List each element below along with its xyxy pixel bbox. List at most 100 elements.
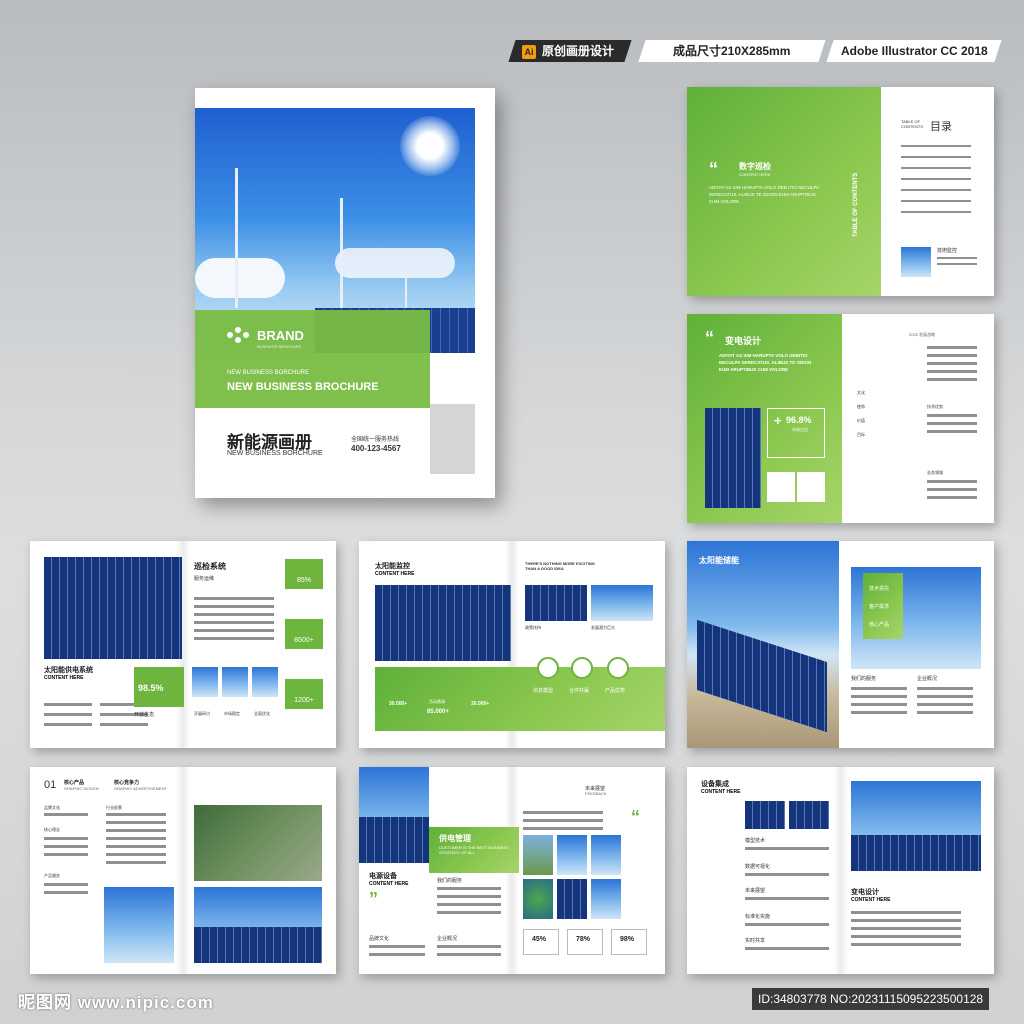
- icon-label: 合作共赢: [569, 688, 590, 694]
- percent-value: 98.5%: [138, 683, 164, 693]
- quote-icon: “: [705, 328, 714, 348]
- brand-name: BRAND: [257, 328, 304, 343]
- right-title: 变电设计: [851, 889, 879, 896]
- toc-body: ADITAT AS SIM HARUPTA VOLO DEB ITIO NECU…: [709, 185, 819, 204]
- toc-line: [901, 211, 971, 213]
- text-line: [851, 703, 907, 706]
- content-here: CONTENT HERE: [375, 571, 415, 577]
- tag-original-design: Ai 原创画册设计: [508, 40, 632, 62]
- globe-image: [523, 879, 553, 919]
- overview-label: 企业概况: [437, 936, 458, 942]
- right-label: 技术优势: [927, 404, 943, 409]
- tag-original-label: 原创画册设计: [542, 44, 615, 58]
- text-line: [44, 713, 92, 716]
- spread-table-of-contents: “ 数字巡检 CONTENT HERE ADITAT AS SIM HARUPT…: [687, 87, 994, 296]
- content-here: CONTENT HERE: [739, 172, 771, 177]
- text-line: [106, 829, 166, 832]
- text-line: [44, 891, 88, 894]
- left-title: 太阳能供电系统: [44, 667, 93, 674]
- item-label: 使命: [857, 404, 865, 409]
- text-line: [745, 847, 829, 850]
- item-label: 目标: [857, 432, 865, 437]
- thumb-image: [192, 667, 218, 697]
- solar-panels-image: [851, 835, 981, 871]
- text-line: [437, 911, 501, 914]
- services-label: 我们的服务: [437, 878, 463, 884]
- wind-turbine-icon: [405, 268, 407, 308]
- person-label: 技術監控: [937, 248, 958, 254]
- text-line: [927, 346, 977, 349]
- text-line: [194, 597, 274, 600]
- text-line: [106, 845, 166, 848]
- toc-line: [901, 200, 971, 202]
- supply-heading: 供电管理: [439, 834, 471, 843]
- solar-thumb: [745, 801, 785, 829]
- section-number: 01: [44, 779, 57, 791]
- text-line: [437, 953, 501, 956]
- storage-label: 我们的服务: [851, 676, 877, 682]
- thumb-image: [252, 667, 278, 697]
- integration-item: 标准化实施: [745, 914, 771, 920]
- aerial-image: [194, 805, 322, 881]
- icon-card: [797, 472, 825, 502]
- num-label: 活动邀请: [429, 699, 445, 704]
- solar-hand-image: [557, 879, 587, 919]
- brand-logo-icon: [227, 327, 249, 343]
- footer-bar: 昵图网 www.nipic.com ID:34803778 NO:2023111…: [0, 984, 1024, 1024]
- core-item: 品牌文化: [44, 805, 60, 810]
- text-line: [937, 257, 977, 259]
- toc-line: [901, 189, 971, 191]
- quote-icon: “: [709, 159, 718, 179]
- text-line: [106, 837, 166, 840]
- core-h1: 核心产品: [64, 780, 85, 786]
- city-solar-image: [851, 781, 981, 871]
- text-line: [927, 488, 977, 491]
- core-item: 行业前景: [106, 805, 122, 810]
- text-line: [523, 819, 603, 822]
- wind-turbine-icon: [340, 198, 343, 308]
- cover-green-band: BRAND BUSINESS BROCHURE NEW BUSINESS BOR…: [195, 310, 430, 408]
- text-line: [917, 711, 973, 714]
- toc-cn: 目录: [930, 121, 952, 133]
- spread-power-supply: 供电管理 CUSTOMER IS THE BEST BUSINESS STRAT…: [359, 767, 665, 974]
- field-image: [591, 585, 653, 621]
- inspection-heading: 巡检系统: [194, 562, 226, 571]
- percent-sub: 市场占比: [792, 427, 808, 432]
- img-label: 发展潜力巨大: [591, 625, 615, 630]
- text-line: [437, 903, 501, 906]
- supply-heading-en: CUSTOMER IS THE BEST BUSINESS STRATEGY O…: [439, 845, 509, 855]
- item-label: 文化: [857, 390, 865, 395]
- num-value: 30.000+: [471, 701, 490, 707]
- thumb-label: 开展研讨: [194, 711, 210, 716]
- spread-storage: 太阳能储能 技术领先 客户需求 核心产品 我们的服务 企业概况: [687, 541, 994, 748]
- text-line: [194, 605, 274, 608]
- text-line: [851, 927, 961, 930]
- text-line: [44, 813, 88, 816]
- spread-core-products: 01 核心产品 GRAPHIC DESIGN 核心竞争力 GRAPHIC ADV…: [30, 767, 336, 974]
- text-line: [745, 923, 829, 926]
- icon-label: 产品优势: [605, 688, 626, 694]
- tag-software: Adobe Illustrator CC 2018: [826, 40, 1002, 62]
- text-line: [44, 883, 88, 886]
- handshake-icon: [571, 657, 593, 679]
- inspection-sub: 服务运维: [194, 576, 215, 582]
- cloud: [335, 248, 455, 278]
- eco-label: 开放生态: [134, 712, 155, 718]
- stat-box: 45%: [523, 929, 559, 955]
- text-line: [851, 687, 907, 690]
- num-value: 85.000+: [427, 709, 449, 715]
- city-image: [359, 767, 429, 863]
- text-line: [927, 480, 977, 483]
- tagline: THERE'S NOTHING MORE EXCITING THAN A GOO…: [525, 561, 595, 571]
- solar-image: [705, 408, 761, 508]
- left-title: 电源设备: [369, 873, 397, 880]
- toc-en: TABLE OF CONTENTS: [901, 119, 923, 129]
- text-line: [927, 378, 977, 381]
- substation-body: ADITAT AS SIM HARUPTA VOLO DEBITIO NECUL…: [719, 353, 812, 372]
- quote-icon: “: [631, 807, 640, 827]
- text-line: [917, 703, 973, 706]
- menu-label: 核心产品: [869, 622, 890, 628]
- text-line: [100, 723, 148, 726]
- text-line: [927, 422, 977, 425]
- right-sub: CONTENT HERE: [851, 897, 891, 903]
